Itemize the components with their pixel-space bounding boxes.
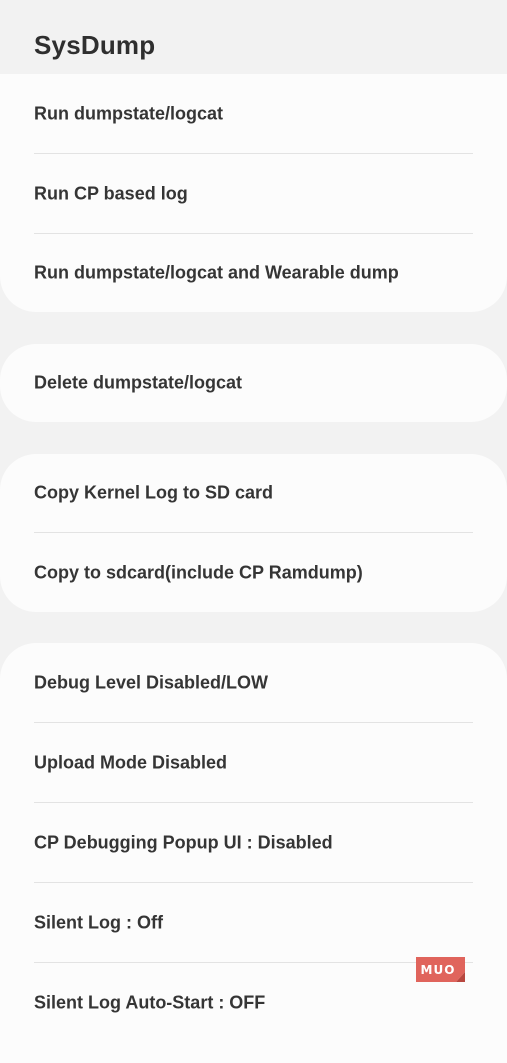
menu-item-label: Copy Kernel Log to SD card [34,482,274,503]
card-group-delete: Delete dumpstate/logcat [0,344,507,422]
menu-item-label: Silent Log : Off [34,912,163,933]
menu-item-label: Run dumpstate/logcat [34,103,224,124]
svg-text:MUO: MUO [421,963,456,977]
menu-item-run-cp-based-log[interactable]: Run CP based log [0,154,507,234]
menu-item-delete-dumpstate-logcat[interactable]: Delete dumpstate/logcat [0,344,507,422]
menu-item-copy-kernel-log[interactable]: Copy Kernel Log to SD card [0,454,507,532]
menu-item-cp-debugging-popup[interactable]: CP Debugging Popup UI : Disabled [0,803,507,883]
menu-item-label: Silent Log Auto-Start : OFF [34,992,266,1013]
menu-item-label: Delete dumpstate/logcat [34,372,243,393]
menu-item-label: Run dumpstate/logcat and Wearable dump [34,262,399,283]
menu-item-debug-level[interactable]: Debug Level Disabled/LOW [0,643,507,723]
menu-item-run-dumpstate-logcat[interactable]: Run dumpstate/logcat [0,74,507,154]
muo-watermark-logo: MUO [416,957,465,982]
card-group-dump: Run dumpstate/logcat Run CP based log Ru… [0,74,507,312]
menu-item-label: Debug Level Disabled/LOW [34,672,269,693]
menu-item-label: Copy to sdcard(include CP Ramdump) [34,562,363,582]
menu-item-run-dumpstate-wearable[interactable]: Run dumpstate/logcat and Wearable dump [0,234,507,312]
menu-item-copy-to-sdcard[interactable]: Copy to sdcard(include CP Ramdump) [0,533,507,612]
menu-item-silent-log[interactable]: Silent Log : Off [0,883,507,963]
muo-logo-icon: MUO [416,957,465,982]
menu-item-label: Upload Mode Disabled [34,752,228,773]
card-group-debug: Debug Level Disabled/LOW Upload Mode Dis… [0,643,507,1063]
card-group-copy: Copy Kernel Log to SD card Copy to sdcar… [0,454,507,612]
page-title: SysDump [34,30,156,60]
menu-item-label: CP Debugging Popup UI : Disabled [34,832,333,853]
menu-item-upload-mode[interactable]: Upload Mode Disabled [0,723,507,803]
menu-item-label: Run CP based log [34,183,188,204]
